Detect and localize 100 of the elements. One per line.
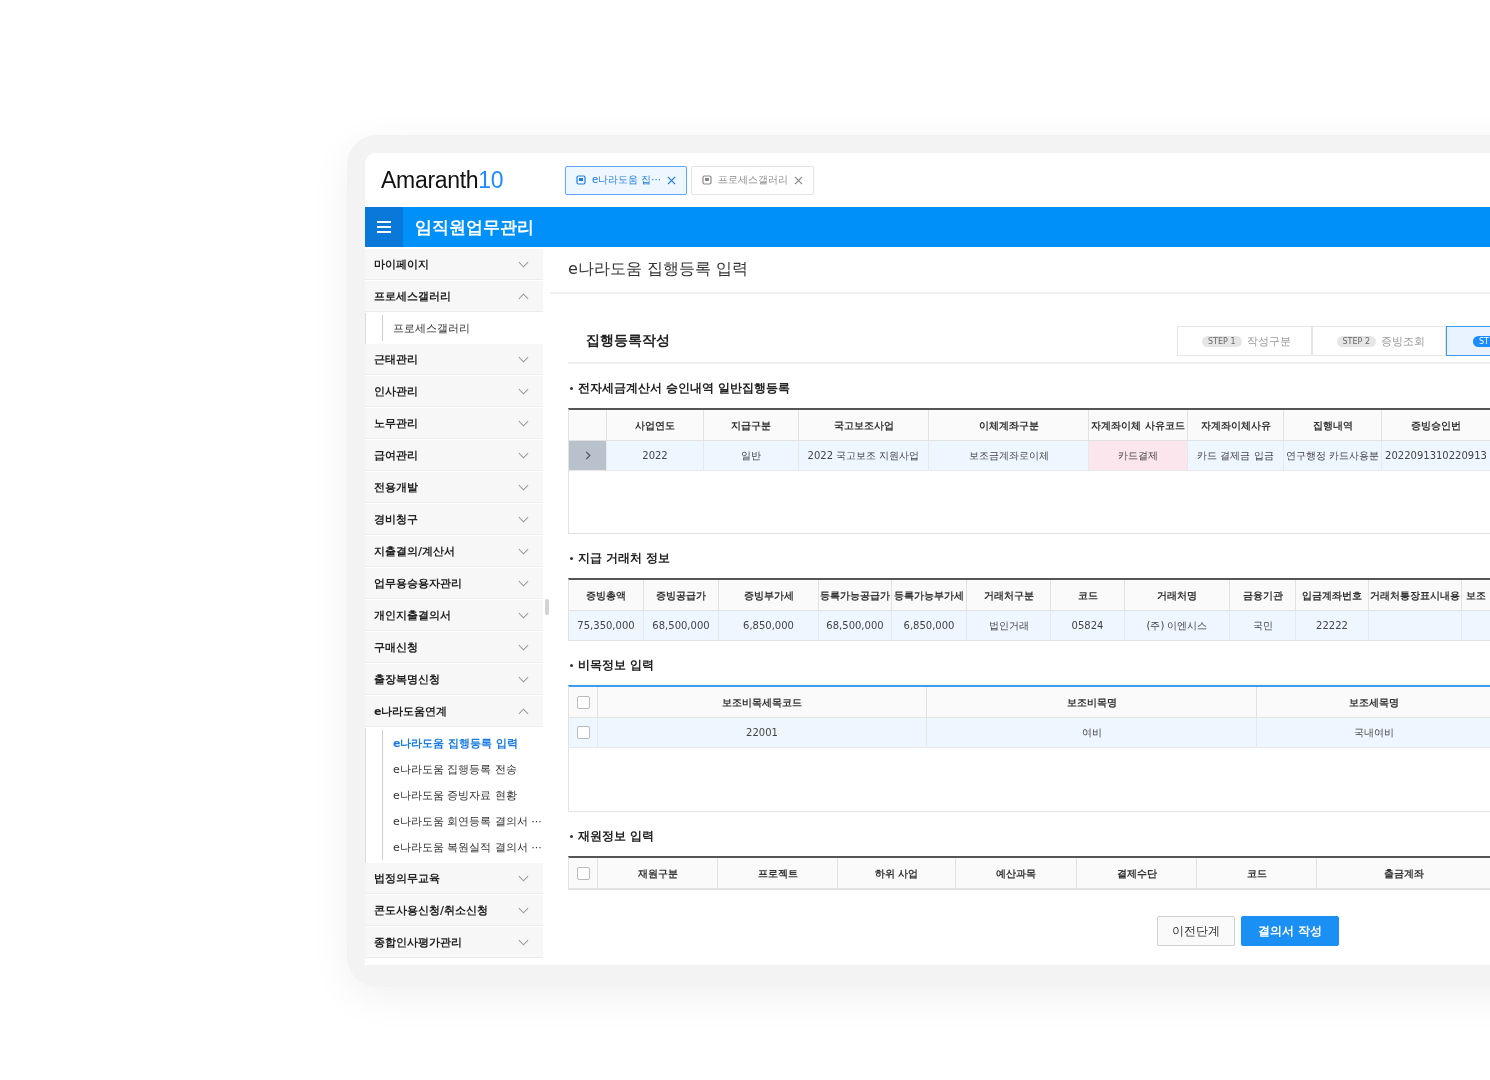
tab[interactable]: 프로세스갤러리 — [690, 165, 814, 195]
table-cell: 카드결제 — [1089, 441, 1188, 470]
chevron-down-icon — [518, 938, 529, 946]
checkbox[interactable] — [576, 866, 590, 880]
table-cell: 일반 — [704, 441, 799, 470]
column-header: 출금계좌 — [1317, 858, 1490, 889]
sidebar-item[interactable]: 출장복명신청 — [365, 664, 543, 695]
chevron-down-icon — [518, 906, 529, 914]
step-indicator: STEP 2 증빙조회 — [1311, 326, 1446, 356]
sidebar-item[interactable]: 마이페이지 — [365, 249, 543, 280]
table-cell: 카드 결제금 입금 — [1188, 441, 1284, 470]
table-cell: 여비 — [927, 718, 1257, 747]
tab[interactable]: e나라도움 집··· — [565, 165, 687, 195]
column-header: 집행내역 — [1284, 410, 1382, 441]
table-cell: 연구행정 카드사용분 — [1284, 441, 1382, 470]
column-header: 자계좌이체 사유코드 — [1089, 410, 1188, 441]
column-header: 코드 — [1051, 580, 1125, 611]
column-header: 증빙부가세 — [719, 580, 819, 611]
sidebar-item[interactable]: 노무관리 — [365, 408, 543, 439]
submenu-item[interactable]: e나라도움 회연등록 결의서 ··· — [382, 808, 543, 834]
close-icon[interactable] — [666, 175, 676, 185]
chevron-up-icon — [518, 707, 529, 715]
column-header: 증빙승인번 — [1382, 410, 1490, 441]
column-header: 거래처통장표시내용 — [1369, 580, 1462, 611]
sidebar-item[interactable]: 법정의무교육 — [365, 863, 543, 894]
sidebar-item[interactable]: 근태관리 — [365, 344, 543, 375]
menu-button[interactable] — [365, 207, 403, 247]
chevron-down-icon — [518, 355, 529, 363]
column-header: 보조비목명 — [927, 687, 1257, 718]
expand-icon[interactable] — [584, 451, 591, 460]
table-cell: 68,500,000 — [819, 611, 892, 640]
sidebar-item[interactable]: 급여관리 — [365, 440, 543, 471]
chevron-down-icon — [518, 419, 529, 427]
submenu-item[interactable]: e나라도움 증빙자료 현황 — [382, 782, 543, 808]
column-header: 거래처명 — [1125, 580, 1230, 611]
table-cell: (주) 이엔시스 — [1125, 611, 1230, 640]
sidebar-item[interactable]: 전용개발 — [365, 472, 543, 503]
submenu-item[interactable]: e나라도움 집행등록 전송 — [382, 756, 543, 782]
column-header: 보조세목명 — [1257, 687, 1490, 718]
table-cell: 법인거래 — [967, 611, 1051, 640]
section-title: 지급 거래처 정보 — [570, 550, 1490, 567]
sidebar-item[interactable]: 개인지출결의서 — [365, 600, 543, 631]
close-icon[interactable] — [793, 175, 803, 185]
chevron-down-icon — [518, 643, 529, 651]
chevron-down-icon — [518, 547, 529, 555]
sidebar-item[interactable]: 구매신청 — [365, 632, 543, 663]
column-header: 이체계좌구분 — [929, 410, 1089, 441]
chevron-down-icon — [518, 515, 529, 523]
step-indicator: ST — [1446, 326, 1490, 356]
sidebar-item[interactable]: 종합인사평가관리 — [365, 927, 543, 958]
checkbox[interactable] — [576, 695, 590, 709]
chevron-down-icon — [518, 260, 529, 268]
column-header: 지급구분 — [704, 410, 799, 441]
module-title: 임직원업무관리 — [415, 215, 534, 239]
table-cell: 68,500,000 — [644, 611, 719, 640]
column-header: 등록가능공급가 — [819, 580, 892, 611]
chevron-down-icon — [518, 387, 529, 395]
table-cell: 2022 국고보조 지원사업 — [799, 441, 929, 470]
section-title: 전자세금계산서 승인내역 일반집행등록 — [570, 380, 1490, 397]
column-header: 증빙총액 — [569, 580, 644, 611]
table-cell: 05824 — [1051, 611, 1125, 640]
column-header: 코드 — [1197, 858, 1317, 889]
submenu-item[interactable]: e나라도움 집행등록 입력 — [382, 730, 543, 756]
chevron-down-icon — [518, 483, 529, 491]
column-header: 사업연도 — [607, 410, 704, 441]
form-title: 집행등록작성 — [586, 332, 670, 350]
column-header: 결제수단 — [1077, 858, 1197, 889]
back-button[interactable]: 이전단계 — [1157, 916, 1235, 946]
table-cell: 75,350,000 — [569, 611, 644, 640]
section-title: 재원정보 입력 — [570, 828, 1490, 845]
table-cell: 6,850,000 — [719, 611, 819, 640]
sidebar-item[interactable]: 지출결의/계산서 — [365, 536, 543, 567]
table-cell — [1462, 611, 1490, 640]
table-cell: 22001 — [598, 718, 927, 747]
column-header: 보조 — [1462, 580, 1490, 611]
column-header: 재원구분 — [598, 858, 718, 889]
step-indicator: STEP 1 작성구분 — [1177, 326, 1312, 356]
column-header: 금융기관 — [1230, 580, 1296, 611]
table-cell: 2022091310220913 — [1382, 441, 1490, 470]
column-header: 등록가능부가세 — [892, 580, 967, 611]
submenu-item[interactable]: e나라도움 복원실적 결의서 ··· — [382, 834, 543, 860]
table-cell: 2022 — [607, 441, 704, 470]
chevron-down-icon — [518, 579, 529, 587]
sidebar-item[interactable]: e나라도움연계 — [365, 696, 543, 727]
sidebar-item[interactable]: 인사관리 — [365, 376, 543, 407]
sidebar-item[interactable]: 콘도사용신청/취소신청 — [365, 895, 543, 926]
sidebar-item[interactable]: 프로세스갤러리 — [365, 281, 543, 312]
chevron-up-icon — [518, 292, 529, 300]
submenu-item[interactable]: 프로세스갤러리 — [382, 315, 543, 341]
table-cell: 6,850,000 — [892, 611, 967, 640]
sidebar-item[interactable]: 업무용승용자관리 — [365, 568, 543, 599]
checkbox[interactable] — [576, 726, 590, 739]
column-header: 국고보조사업 — [799, 410, 929, 441]
sidebar-item[interactable]: 경비청구 — [365, 504, 543, 535]
chevron-down-icon — [518, 675, 529, 683]
logo: Amaranth10 — [381, 166, 505, 194]
table-cell: 22222 — [1296, 611, 1369, 640]
chevron-down-icon — [518, 874, 529, 882]
chevron-down-icon — [518, 451, 529, 459]
scrollbar[interactable] — [545, 599, 549, 615]
